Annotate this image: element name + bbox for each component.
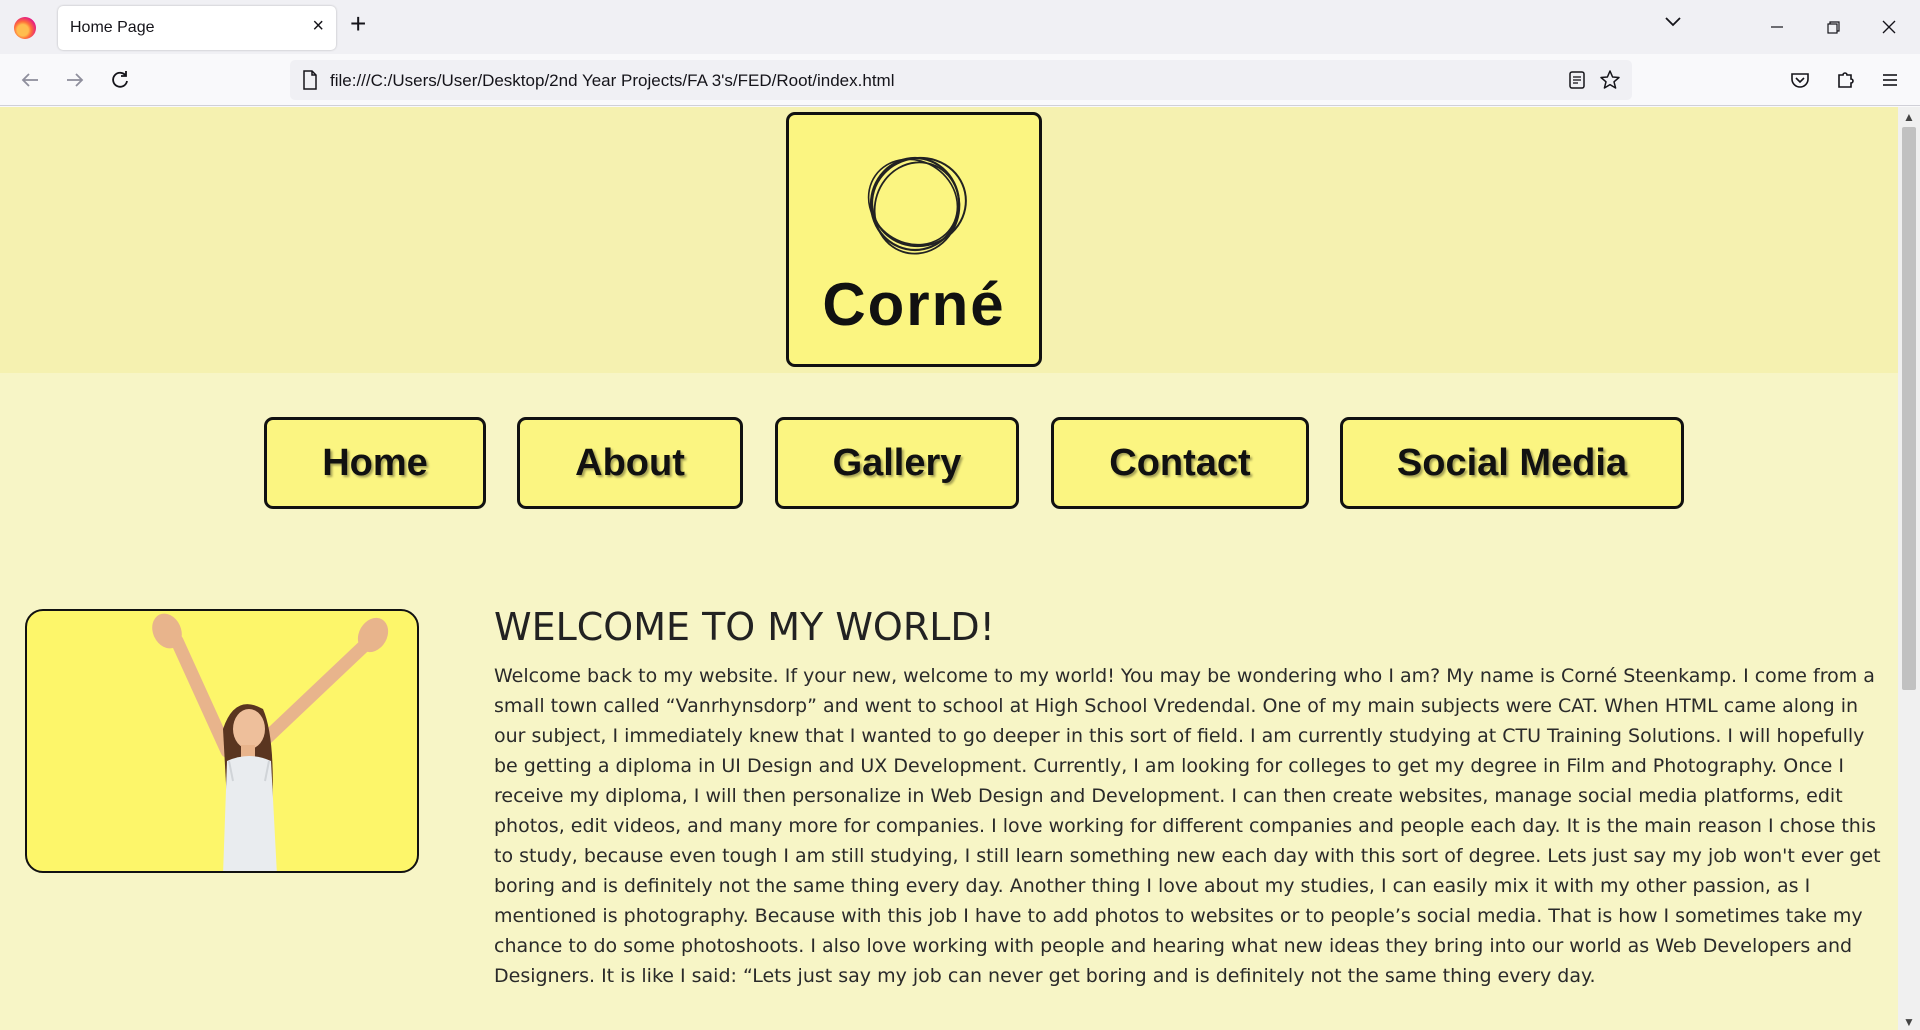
tab-list-icon[interactable] bbox=[1663, 14, 1683, 30]
page-scrollbar[interactable]: ▲ ▼ bbox=[1898, 107, 1920, 1030]
url-bar[interactable]: file:///C:/Users/User/Desktop/2nd Year P… bbox=[290, 60, 1632, 100]
woman-arms-raised-image bbox=[152, 613, 389, 871]
hero-photo bbox=[25, 609, 419, 873]
close-window-icon[interactable] bbox=[1874, 12, 1904, 42]
site-logo[interactable]: Corné bbox=[786, 112, 1042, 367]
nav-home-button[interactable]: Home bbox=[264, 417, 486, 509]
reader-view-icon[interactable] bbox=[1566, 69, 1588, 91]
tab-title: Home Page bbox=[70, 19, 155, 36]
bookmark-star-icon[interactable] bbox=[1598, 68, 1622, 92]
restore-icon[interactable] bbox=[1818, 12, 1848, 42]
active-tab[interactable]: Home Page × bbox=[58, 6, 336, 50]
scroll-down-icon[interactable]: ▼ bbox=[1903, 1016, 1915, 1028]
welcome-heading: WELCOME TO MY WORLD! bbox=[494, 605, 995, 649]
minimize-icon[interactable] bbox=[1762, 12, 1792, 42]
nav-contact-button[interactable]: Contact bbox=[1051, 417, 1309, 509]
browser-tab-bar: Home Page × + bbox=[0, 0, 1920, 54]
welcome-paragraph: Welcome back to my website. If your new,… bbox=[494, 665, 1881, 987]
back-icon[interactable] bbox=[16, 66, 44, 94]
pocket-icon[interactable] bbox=[1786, 66, 1814, 94]
url-text[interactable]: file:///C:/Users/User/Desktop/2nd Year P… bbox=[330, 71, 894, 91]
page-viewport: Corné Home About Gallery Contact Social … bbox=[0, 107, 1898, 1030]
nav-gallery-button[interactable]: Gallery bbox=[775, 417, 1019, 509]
page-icon bbox=[303, 70, 317, 90]
new-tab-button[interactable]: + bbox=[350, 10, 366, 38]
tab-close-icon[interactable]: × bbox=[312, 16, 324, 36]
reload-icon[interactable] bbox=[106, 66, 134, 94]
browser-nav-bar: file:///C:/Users/User/Desktop/2nd Year P… bbox=[0, 54, 1920, 106]
firefox-logo-icon bbox=[14, 17, 36, 39]
forward-icon[interactable] bbox=[61, 66, 89, 94]
nav-about-button[interactable]: About bbox=[517, 417, 743, 509]
menu-icon[interactable] bbox=[1876, 66, 1904, 94]
scribble-circle-icon bbox=[867, 156, 967, 255]
nav-social-media-button[interactable]: Social Media bbox=[1340, 417, 1684, 509]
scroll-up-icon[interactable]: ▲ bbox=[1903, 111, 1915, 123]
site-header: Corné bbox=[0, 107, 1898, 373]
scroll-thumb[interactable] bbox=[1902, 127, 1916, 690]
extensions-icon[interactable] bbox=[1831, 66, 1859, 94]
logo-text: Corné bbox=[822, 271, 1006, 338]
